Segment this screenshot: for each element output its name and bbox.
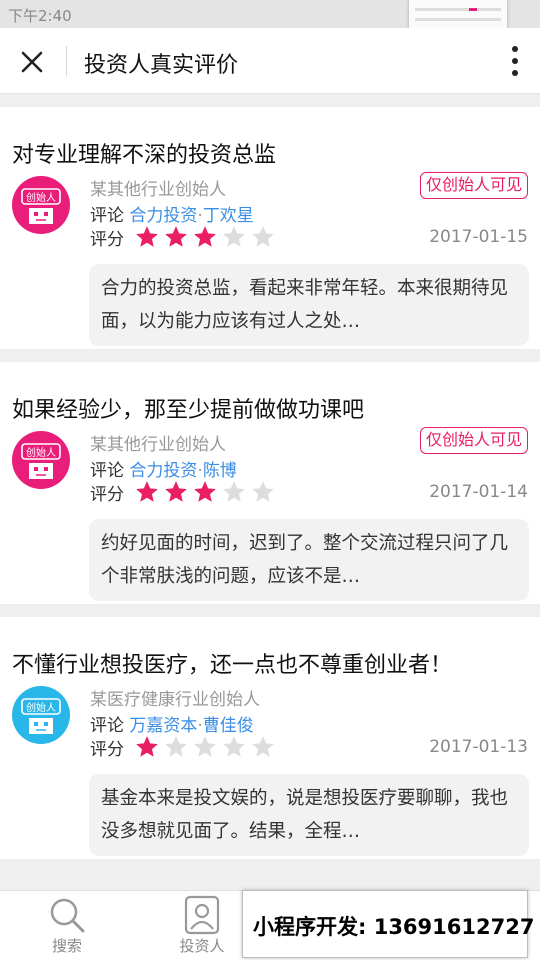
comment-line: 评论 合力投资·陈博: [90, 456, 237, 481]
star-rating: [134, 224, 284, 250]
avatar-label: 创始人: [26, 446, 56, 459]
rating-row: 评分: [90, 480, 274, 505]
review-date: 2017-01-15: [429, 227, 528, 247]
review-card[interactable]: 对专业理解不深的投资总监创始人 某其他行业创始人 仅创始人可见评论 合力投资·丁欢星…: [0, 107, 540, 349]
avatar-label: 创始人: [26, 701, 56, 714]
avatar: 创始人: [12, 176, 70, 234]
star-empty-icon: [250, 479, 276, 505]
comment-label: 评论: [90, 716, 124, 736]
review-text: 基金本来是投文娱的，说是想投医疗要聊聊，我也没多想就见面了。结果，全程…: [101, 788, 509, 842]
firm-link[interactable]: 合力投资: [129, 461, 197, 481]
review-author: 某医疗健康行业创始人: [90, 690, 260, 710]
promo-banner: 小程序开发: 13691612727: [242, 890, 534, 958]
review-feed[interactable]: 对专业理解不深的投资总监 创始人 某其他行业创始人 仅创始人可见 评论 合力投资·丁欢星…: [0, 94, 540, 890]
star-rating: [134, 734, 284, 760]
star-empty-icon: [221, 479, 247, 505]
firm-link[interactable]: 万嘉资本: [129, 716, 197, 736]
review-text: 合力的投资总监，看起来非常年轻。本来很期待见面，以为能力应该有过人之处…: [101, 278, 509, 332]
review-title[interactable]: 不懂行业想投医疗，还一点也不尊重创业者！: [12, 647, 452, 679]
promo-text: 小程序开发: 13691612727: [253, 915, 535, 939]
review-body[interactable]: 合力的投资总监，看起来非常年轻。本来很期待见面，以为能力应该有过人之处…: [89, 264, 529, 346]
avatar: 创始人: [12, 686, 70, 744]
review-card[interactable]: 如果经验少，那至少提前做做功课吧创始人 某其他行业创始人 仅创始人可见评论 合力投资…: [0, 362, 540, 604]
review-text: 约好见面的时间，迟到了。整个交流过程只问了几个非常肤浅的问题，应该不是…: [101, 533, 509, 587]
visibility-badge: 仅创始人可见: [419, 172, 528, 199]
nav-bar: 投资人真实评价: [0, 28, 540, 94]
review-body[interactable]: 基金本来是投文娱的，说是想投医疗要聊聊，我也没多想就见面了。结果，全程…: [89, 774, 529, 856]
firm-link[interactable]: 合力投资: [129, 206, 197, 226]
review-author: 某其他行业创始人: [90, 435, 226, 455]
review-author: 某其他行业创始人: [90, 180, 226, 200]
tab-search[interactable]: 搜索: [17, 891, 117, 960]
tab-search-label: 搜索: [51, 937, 82, 955]
avatar-label: 创始人: [26, 191, 56, 204]
review-card[interactable]: 不懂行业想投医疗，还一点也不尊重创业者！ 创始人 某医疗健康行业创始人 评论 万嘉资本…: [0, 617, 540, 859]
page-title: 投资人真实评价: [84, 53, 239, 78]
status-bar: 下午2:40: [0, 0, 540, 40]
investor-link[interactable]: 陈博: [203, 461, 237, 481]
rating-row: 评分: [90, 225, 274, 250]
investor-link[interactable]: 曹佳俊: [203, 716, 254, 736]
visibility-badge: 仅创始人可见: [419, 427, 528, 454]
comment-line: 评论 万嘉资本·曹佳俊: [90, 711, 254, 736]
star-filled-icon: [163, 224, 189, 250]
rating-label: 评分: [90, 740, 124, 760]
nav-divider: [66, 46, 67, 76]
star-filled-icon: [134, 734, 160, 760]
star-filled-icon: [134, 479, 160, 505]
star-filled-icon: [163, 479, 189, 505]
star-empty-icon: [192, 734, 218, 760]
star-empty-icon: [221, 224, 247, 250]
star-filled-icon: [192, 479, 218, 505]
rating-row: 评分: [90, 735, 274, 760]
rating-label: 评分: [90, 230, 124, 250]
investor-profile-icon: [182, 895, 222, 935]
star-empty-icon: [250, 224, 276, 250]
star-rating: [134, 479, 284, 505]
status-time: 下午2:40: [8, 7, 72, 25]
investor-link[interactable]: 丁欢星: [203, 206, 254, 226]
star-filled-icon: [192, 224, 218, 250]
review-title[interactable]: 对专业理解不深的投资总监: [12, 137, 276, 169]
comment-label: 评论: [90, 206, 124, 226]
close-icon[interactable]: [14, 44, 50, 80]
search-icon: [47, 895, 87, 935]
review-date: 2017-01-14: [429, 482, 528, 502]
star-empty-icon: [163, 734, 189, 760]
comment-label: 评论: [90, 461, 124, 481]
comment-line: 评论 合力投资·丁欢星: [90, 201, 254, 226]
star-empty-icon: [250, 734, 276, 760]
review-title[interactable]: 如果经验少，那至少提前做做功课吧: [12, 392, 364, 424]
star-filled-icon: [134, 224, 160, 250]
star-empty-icon: [221, 734, 247, 760]
rating-label: 评分: [90, 485, 124, 505]
review-date: 2017-01-13: [429, 737, 528, 757]
more-vertical-icon[interactable]: [508, 44, 522, 78]
avatar: 创始人: [12, 431, 70, 489]
tab-investor[interactable]: 投资人: [152, 891, 252, 960]
review-body[interactable]: 约好见面的时间，迟到了。整个交流过程只问了几个非常肤浅的问题，应该不是…: [89, 519, 529, 601]
tab-investor-label: 投资人: [179, 937, 225, 955]
